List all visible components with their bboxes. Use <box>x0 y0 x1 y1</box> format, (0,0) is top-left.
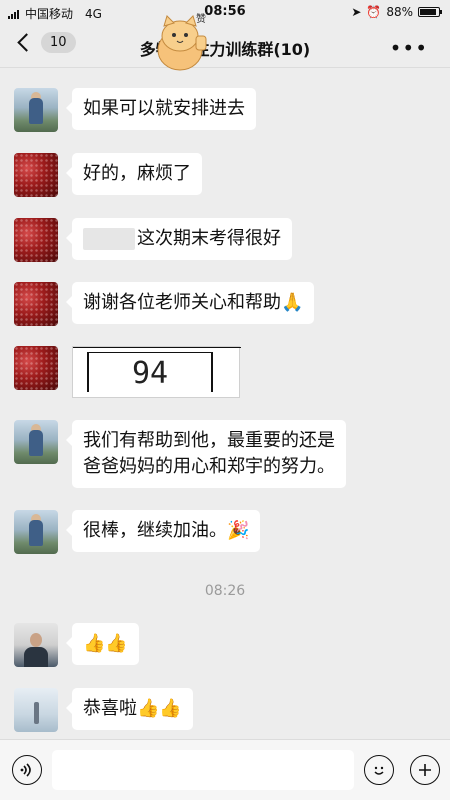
message-text: 这次期末考得很好 <box>137 228 281 249</box>
thumbs-up-icon: 👍👍 <box>137 698 182 719</box>
sticker-text: 赞 <box>196 12 206 25</box>
chat-title: 多特 专注力训练群(10) <box>139 40 311 59</box>
battery-percent: 88% <box>386 5 413 19</box>
message-bubble[interactable]: 恭喜啦👍👍 <box>66 688 193 730</box>
thumbs-up-icon: 👍👍 <box>83 633 128 654</box>
alarm-icon: ⏰ <box>366 5 382 19</box>
avatar-red[interactable] <box>14 346 58 390</box>
message-text: 恭喜啦 <box>83 698 137 719</box>
blurred-mention <box>83 228 135 250</box>
input-bar <box>0 739 450 800</box>
avatar-red[interactable] <box>14 218 58 262</box>
message-text: 谢谢各位老师关心和帮助 <box>83 292 281 313</box>
message-bubble[interactable]: 如果可以就安排进去 <box>66 88 256 130</box>
message-bubble[interactable]: 好的，麻烦了 <box>66 153 202 195</box>
avatar-red[interactable] <box>14 282 58 326</box>
message-text: 如果可以就安排进去 <box>83 98 245 119</box>
message-bubble[interactable]: 我们有帮助到他，最重要的还是 爸爸妈妈的用心和郑宇的努力。 <box>66 420 346 488</box>
battery-fill <box>420 9 436 15</box>
chat-timestamp: 08:26 <box>204 583 246 599</box>
status-bar: 中国移动 4G 08:56 ➤ ⏰ 88% <box>0 0 450 24</box>
praying-hands-icon: 🙏 <box>281 292 304 313</box>
message-text: 好的，麻烦了 <box>83 163 191 184</box>
score-text: 94 <box>131 356 169 391</box>
avatar-boy[interactable] <box>14 88 58 132</box>
message-bubble[interactable]: 👍👍 <box>66 623 139 665</box>
avatar-sky[interactable] <box>14 688 58 732</box>
score-box: 94 <box>87 352 213 392</box>
smiley-icon[interactable] <box>364 755 394 785</box>
message-text-line: 我们有帮助到他，最重要的还是 <box>83 430 335 451</box>
party-popper-icon: 🎉 <box>227 520 250 541</box>
location-icon: ➤ <box>351 5 362 19</box>
image-message[interactable]: 94 <box>72 346 241 398</box>
voice-icon[interactable] <box>12 755 42 785</box>
message-bubble[interactable]: 这次期末考得很好 <box>66 218 292 260</box>
message-bubble[interactable]: 很棒，继续加油。🎉 <box>65 510 261 552</box>
more-options-icon[interactable]: ••• <box>390 36 428 60</box>
battery-icon <box>418 7 442 17</box>
plus-icon[interactable] <box>410 755 440 785</box>
status-right: ➤ ⏰ 88% <box>351 5 442 19</box>
image-border-line <box>73 347 241 348</box>
message-input[interactable] <box>52 750 354 790</box>
avatar-boy[interactable] <box>14 510 58 554</box>
avatar-boy[interactable] <box>14 420 58 464</box>
title-bar: 10 多特 专注力训练群(10) ••• <box>0 24 450 68</box>
avatar-man[interactable] <box>14 623 58 667</box>
avatar-red[interactable] <box>14 153 58 197</box>
message-text-line: 爸爸妈妈的用心和郑宇的努力。 <box>83 456 335 477</box>
message-bubble[interactable]: 谢谢各位老师关心和帮助🙏 <box>65 282 315 324</box>
cat-sticker: 赞 <box>157 12 207 71</box>
message-text: 很棒，继续加油。 <box>83 520 227 541</box>
